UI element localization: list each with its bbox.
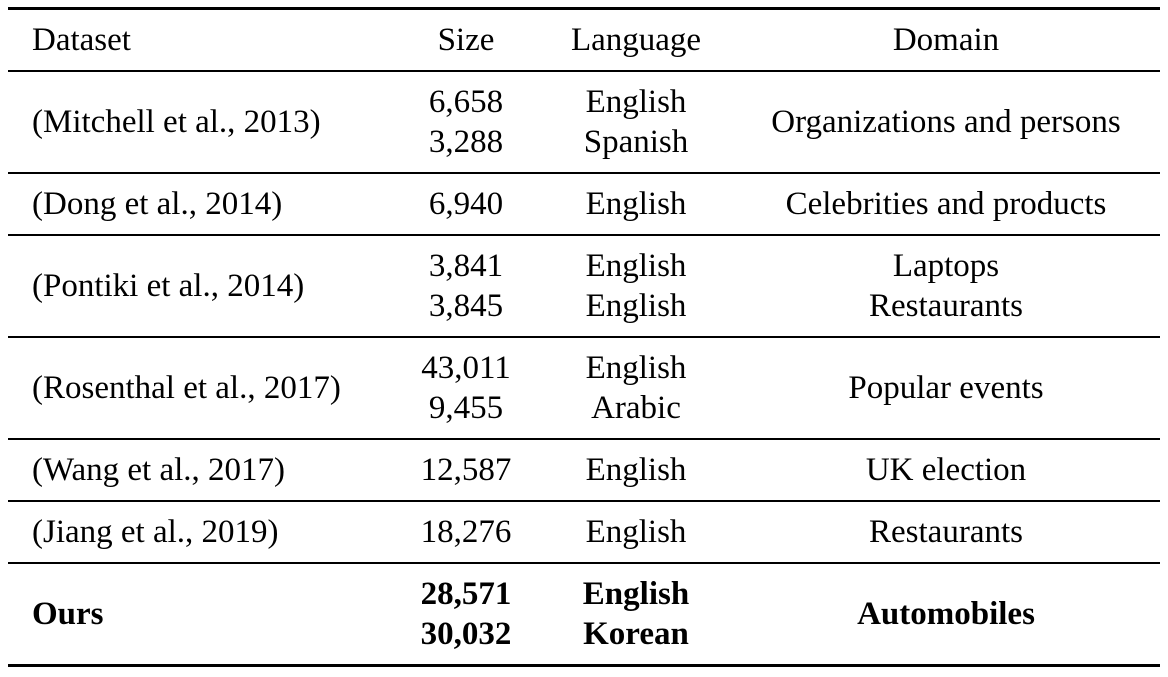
domain-cell: Organizations and persons xyxy=(771,104,1121,140)
dataset-cell: (Jiang et al., 2019) xyxy=(32,514,279,550)
size-cell: 12,587 xyxy=(396,450,536,490)
dataset-cell: (Wang et al., 2017) xyxy=(32,452,286,488)
language-cell: English Spanish xyxy=(556,82,716,162)
language-value: English xyxy=(585,248,687,284)
language-value: English xyxy=(585,350,687,386)
size-value: 12,587 xyxy=(420,452,512,488)
size-cell: 18,276 xyxy=(396,512,536,552)
header-size: Size xyxy=(437,22,495,58)
bottom-rule xyxy=(8,664,1160,667)
size-value: 43,011 xyxy=(421,350,511,386)
language-cell: English xyxy=(556,184,716,224)
language-cell: English xyxy=(556,450,716,490)
header-language: Language xyxy=(570,22,702,58)
domain-cell: Automobiles xyxy=(857,596,1035,632)
language-value: Korean xyxy=(583,616,689,652)
language-value: English xyxy=(585,452,687,488)
size-value: 3,288 xyxy=(428,124,504,160)
table-row: (Dong et al., 2014) 6,940 English Celebr… xyxy=(8,174,1160,234)
dataset-cell: (Pontiki et al., 2014) xyxy=(32,268,305,304)
size-cell: 43,011 9,455 xyxy=(396,348,536,428)
language-value: Spanish xyxy=(583,124,689,160)
header-dataset: Dataset xyxy=(32,22,131,58)
language-cell: English English xyxy=(556,246,716,326)
language-cell: English xyxy=(556,512,716,552)
dataset-cell: (Dong et al., 2014) xyxy=(32,186,283,222)
dataset-cell: (Rosenthal et al., 2017) xyxy=(32,370,341,406)
size-cell: 28,571 30,032 xyxy=(396,574,536,654)
size-value: 28,571 xyxy=(420,576,512,612)
language-value: English xyxy=(582,576,690,612)
size-value: 30,032 xyxy=(420,616,512,652)
language-value: Arabic xyxy=(591,390,681,426)
table-row: (Jiang et al., 2019) 18,276 English Rest… xyxy=(8,502,1160,562)
size-value: 9,455 xyxy=(428,390,504,426)
table-row: (Mitchell et al., 2013) 6,658 3,288 Engl… xyxy=(8,72,1160,172)
table-row-ours: Ours 28,571 30,032 English Korean Automo… xyxy=(8,564,1160,664)
table-row: (Rosenthal et al., 2017) 43,011 9,455 En… xyxy=(8,338,1160,438)
dataset-cell: (Mitchell et al., 2013) xyxy=(32,104,321,140)
header-row: Dataset Size Language Domain xyxy=(8,10,1160,70)
language-value: English xyxy=(585,288,687,324)
language-cell: English Arabic xyxy=(556,348,716,428)
domain-cell: Laptops Restaurants xyxy=(748,246,1144,326)
size-value: 6,940 xyxy=(428,186,504,222)
size-value: 3,845 xyxy=(428,288,504,324)
domain-value: Restaurants xyxy=(869,288,1023,324)
dataset-cell: Ours xyxy=(32,596,104,632)
size-cell: 3,841 3,845 xyxy=(396,246,536,326)
language-value: English xyxy=(585,514,687,550)
domain-cell: Restaurants xyxy=(869,514,1023,550)
size-cell: 6,658 3,288 xyxy=(396,82,536,162)
language-cell: English Korean xyxy=(556,574,716,654)
header-domain: Domain xyxy=(892,22,1000,58)
language-value: English xyxy=(585,186,687,222)
size-value: 6,658 xyxy=(428,84,504,120)
domain-cell: Popular events xyxy=(848,370,1044,406)
table-row: (Pontiki et al., 2014) 3,841 3,845 Engli… xyxy=(8,236,1160,336)
size-value: 3,841 xyxy=(428,248,504,284)
table-row: (Wang et al., 2017) 12,587 English UK el… xyxy=(8,440,1160,500)
domain-value: Laptops xyxy=(892,248,1000,284)
size-cell: 6,940 xyxy=(396,184,536,224)
domain-cell: Celebrities and products xyxy=(785,186,1107,222)
size-value: 18,276 xyxy=(420,514,512,550)
language-value: English xyxy=(585,84,687,120)
domain-cell: UK election xyxy=(865,452,1027,488)
